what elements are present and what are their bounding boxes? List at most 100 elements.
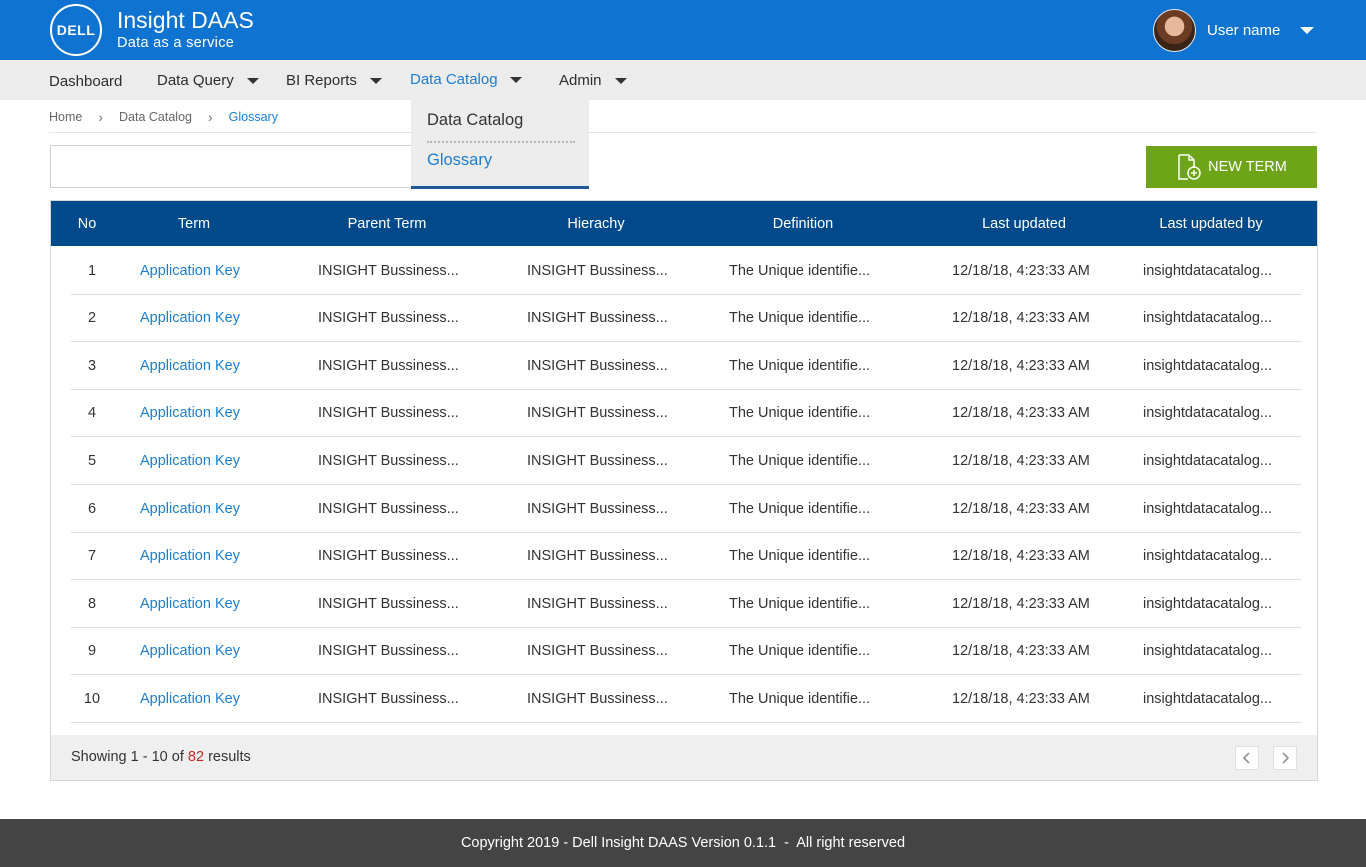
table-row: 3 Application Key INSIGHT Bussiness... INSI… bbox=[71, 343, 1301, 390]
breadcrumb-home[interactable]: Home bbox=[49, 110, 82, 124]
copyright-text: Copyright 2019 - Dell Insight DAAS Versi… bbox=[460, 835, 906, 851]
user-menu-caret-icon[interactable] bbox=[1300, 27, 1314, 34]
cell-last-updated-by: insightdatacatalog... bbox=[1143, 453, 1272, 469]
cell-definition: The Unique identifie... bbox=[729, 501, 871, 517]
cell-term-link[interactable]: Application Key bbox=[140, 643, 240, 659]
nav-admin[interactable]: Admin bbox=[559, 72, 627, 89]
prev-page-button[interactable] bbox=[1235, 746, 1259, 770]
cell-parent-term: INSIGHT Bussiness... bbox=[318, 643, 459, 659]
nav-bi-reports-label: BI Reports bbox=[286, 72, 357, 89]
cell-term-link[interactable]: Application Key bbox=[140, 453, 240, 469]
table-row: 6 Application Key INSIGHT Bussiness... INSI… bbox=[71, 486, 1301, 533]
add-document-icon bbox=[1178, 154, 1201, 180]
new-term-label: NEW TERM bbox=[1208, 159, 1287, 175]
table-row: 10 Application Key INSIGHT Bussiness... INS… bbox=[71, 676, 1301, 723]
results-summary: Showing 1 - 10 of 82 results bbox=[71, 749, 251, 765]
row-number: 9 bbox=[87, 643, 97, 659]
table-row: 4 Application Key INSIGHT Bussiness... INSI… bbox=[71, 390, 1301, 437]
col-header-term: Term bbox=[177, 216, 211, 232]
cell-last-updated-by: insightdatacatalog... bbox=[1143, 310, 1272, 326]
page-footer: Copyright 2019 - Dell Insight DAAS Versi… bbox=[0, 819, 1366, 867]
caret-down-icon bbox=[246, 77, 259, 84]
table-row: 2 Application Key INSIGHT Bussiness... INSI… bbox=[71, 295, 1301, 342]
nav-bi-reports[interactable]: BI Reports bbox=[286, 72, 382, 89]
row-number: 3 bbox=[87, 358, 97, 374]
cell-last-updated: 12/18/18, 4:23:33 AM bbox=[952, 263, 1090, 279]
col-header-hierachy: Hierachy bbox=[567, 216, 625, 232]
nav-dashboard[interactable]: Dashboard bbox=[49, 73, 122, 90]
cell-term-link[interactable]: Application Key bbox=[140, 358, 240, 374]
results-suffix: results bbox=[208, 749, 251, 765]
cell-parent-term: INSIGHT Bussiness... bbox=[318, 596, 459, 612]
col-header-parent-term: Parent Term bbox=[347, 216, 427, 232]
cell-last-updated: 12/18/18, 4:23:33 AM bbox=[952, 643, 1090, 659]
cell-parent-term: INSIGHT Bussiness... bbox=[318, 548, 459, 564]
chevron-right-icon: › bbox=[98, 109, 104, 125]
caret-down-icon bbox=[509, 76, 522, 83]
cell-term-link[interactable]: Application Key bbox=[140, 263, 240, 279]
table-header: No Term Parent Term Hierachy Definition … bbox=[51, 201, 1317, 246]
cell-parent-term: INSIGHT Bussiness... bbox=[318, 501, 459, 517]
user-name[interactable]: User name bbox=[1207, 22, 1280, 39]
user-avatar[interactable] bbox=[1153, 9, 1196, 52]
cell-hierachy: INSIGHT Bussiness... bbox=[527, 405, 668, 421]
data-catalog-dropdown: Data Catalog Glossary bbox=[411, 100, 589, 189]
cell-last-updated: 12/18/18, 4:23:33 AM bbox=[952, 453, 1090, 469]
cell-parent-term: INSIGHT Bussiness... bbox=[318, 358, 459, 374]
cell-definition: The Unique identifie... bbox=[729, 358, 871, 374]
cell-term-link[interactable]: Application Key bbox=[140, 310, 240, 326]
cell-term-link[interactable]: Application Key bbox=[140, 596, 240, 612]
cell-term-link[interactable]: Application Key bbox=[140, 548, 240, 564]
cell-parent-term: INSIGHT Bussiness... bbox=[318, 691, 459, 707]
cell-definition: The Unique identifie... bbox=[729, 310, 871, 326]
chevron-left-icon bbox=[1242, 752, 1250, 764]
row-number: 6 bbox=[87, 501, 97, 517]
cell-last-updated-by: insightdatacatalog... bbox=[1143, 643, 1272, 659]
nav-data-catalog[interactable]: Data Catalog bbox=[410, 71, 522, 88]
dropdown-item-glossary[interactable]: Glossary bbox=[427, 151, 492, 170]
cell-last-updated: 12/18/18, 4:23:33 AM bbox=[952, 501, 1090, 517]
cell-last-updated: 12/18/18, 4:23:33 AM bbox=[952, 358, 1090, 374]
table-row: 1 Application Key INSIGHT Bussiness... INSI… bbox=[71, 248, 1301, 295]
breadcrumb-glossary: Glossary bbox=[228, 110, 278, 124]
cell-term-link[interactable]: Application Key bbox=[140, 405, 240, 421]
nav-data-query[interactable]: Data Query bbox=[157, 72, 259, 89]
cell-last-updated: 12/18/18, 4:23:33 AM bbox=[952, 548, 1090, 564]
cell-definition: The Unique identifie... bbox=[729, 691, 871, 707]
cell-parent-term: INSIGHT Bussiness... bbox=[318, 405, 459, 421]
cell-last-updated: 12/18/18, 4:23:33 AM bbox=[952, 691, 1090, 707]
app-title: Insight DAAS bbox=[117, 7, 254, 33]
table-footer: Showing 1 - 10 of 82 results bbox=[51, 735, 1317, 780]
cell-definition: The Unique identifie... bbox=[729, 405, 871, 421]
cell-hierachy: INSIGHT Bussiness... bbox=[527, 548, 668, 564]
cell-term-link[interactable]: Application Key bbox=[140, 501, 240, 517]
cell-last-updated-by: insightdatacatalog... bbox=[1143, 548, 1272, 564]
next-page-button[interactable] bbox=[1273, 746, 1297, 770]
row-number: 1 bbox=[87, 263, 97, 279]
table-row: 8 Application Key INSIGHT Bussiness... INSI… bbox=[71, 581, 1301, 628]
cell-last-updated-by: insightdatacatalog... bbox=[1143, 405, 1272, 421]
row-number: 5 bbox=[87, 453, 97, 469]
table-row: 9 Application Key INSIGHT Bussiness... INSI… bbox=[71, 628, 1301, 675]
dropdown-item-data-catalog[interactable]: Data Catalog bbox=[427, 111, 523, 130]
breadcrumb-data-catalog[interactable]: Data Catalog bbox=[119, 110, 192, 124]
cell-hierachy: INSIGHT Bussiness... bbox=[527, 310, 668, 326]
cell-term-link[interactable]: Application Key bbox=[140, 691, 240, 707]
cell-last-updated-by: insightdatacatalog... bbox=[1143, 691, 1272, 707]
dropdown-separator bbox=[427, 141, 575, 143]
col-header-last-updated: Last updated bbox=[982, 216, 1066, 232]
col-header-definition: Definition bbox=[772, 216, 834, 232]
col-header-last-updated-by: Last updated by bbox=[1159, 216, 1263, 232]
nav-dashboard-label: Dashboard bbox=[49, 73, 123, 90]
breadcrumb: Home › Data Catalog › Glossary bbox=[49, 109, 278, 125]
cell-hierachy: INSIGHT Bussiness... bbox=[527, 263, 668, 279]
cell-parent-term: INSIGHT Bussiness... bbox=[318, 263, 459, 279]
divider bbox=[49, 132, 1317, 133]
cell-last-updated: 12/18/18, 4:23:33 AM bbox=[952, 596, 1090, 612]
cell-parent-term: INSIGHT Bussiness... bbox=[318, 453, 459, 469]
nav-data-query-label: Data Query bbox=[157, 72, 234, 89]
new-term-button[interactable]: NEW TERM bbox=[1146, 146, 1317, 188]
dell-logo[interactable]: DELL bbox=[50, 4, 102, 56]
nav-data-catalog-label: Data Catalog bbox=[410, 71, 498, 88]
search-input[interactable] bbox=[50, 145, 412, 188]
